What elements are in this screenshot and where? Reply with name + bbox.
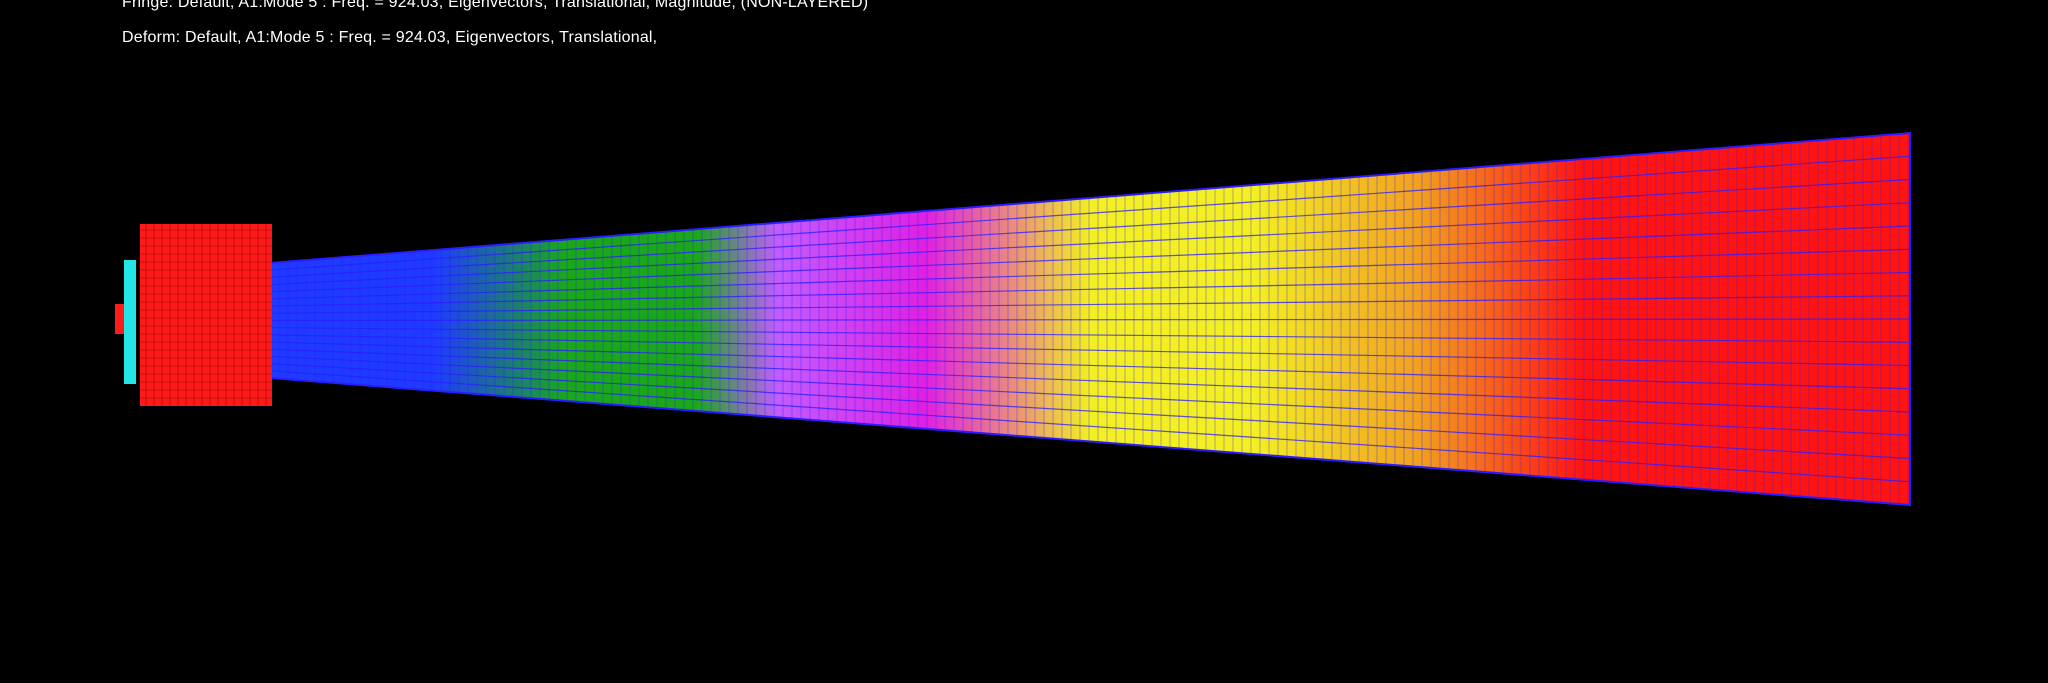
clamp-nub <box>115 304 124 334</box>
clamp-fixture[interactable] <box>124 260 136 384</box>
model-canvas[interactable] <box>0 0 2048 683</box>
hub-block[interactable] <box>140 224 272 406</box>
fea-viewport[interactable]: Fringe: Default, A1:Mode 5 : Freq. = 924… <box>0 0 2048 683</box>
